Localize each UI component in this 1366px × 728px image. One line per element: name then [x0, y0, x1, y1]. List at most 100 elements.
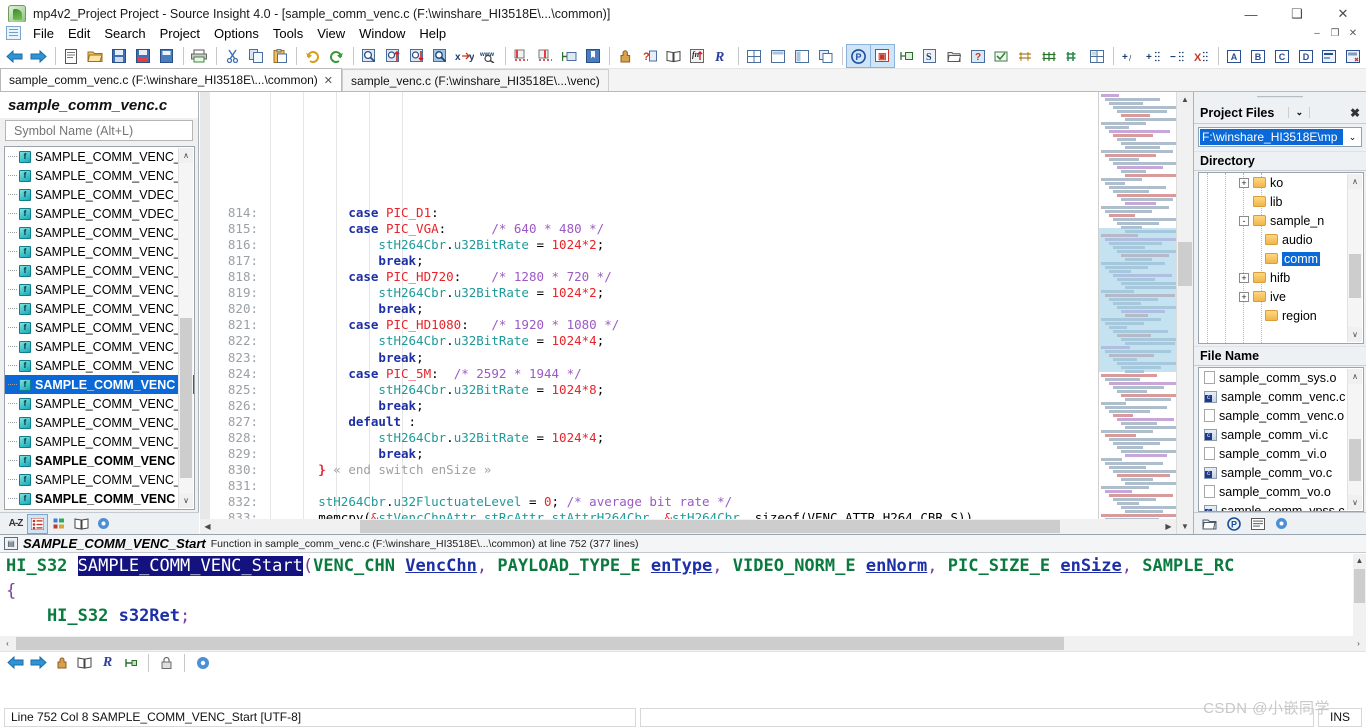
find-icon[interactable] — [358, 45, 381, 67]
symbol-list-item[interactable]: f SAMPLE_COMM_VENC_ — [5, 318, 194, 337]
new-file-icon[interactable] — [60, 45, 83, 67]
tree-toggle-icon[interactable]: + — [1239, 291, 1249, 302]
editor-horizontal-scrollbar[interactable]: ◀ ▶ — [200, 519, 1176, 534]
symbol-scroll-thumb[interactable] — [180, 318, 192, 478]
symbol-list-item[interactable]: fSAMPLE_COMM_VENC — [5, 489, 194, 508]
code-line[interactable]: 819: stH264Cbr.u32BitRate = 1024*2; — [210, 285, 1193, 301]
indent-icon[interactable]: + / — [1118, 45, 1141, 67]
tree-toggle-icon[interactable]: + — [1239, 272, 1249, 283]
increase-indent-icon[interactable]: + — [1142, 45, 1165, 67]
directory-tree-item[interactable]: + hifb — [1199, 268, 1363, 287]
style-f-icon[interactable] — [1342, 45, 1365, 67]
symbol-list-item[interactable]: fSAMPLE_COMM_VENC — [5, 508, 194, 509]
type-group-icon[interactable] — [50, 515, 69, 533]
sync-icon[interactable] — [1062, 45, 1085, 67]
style-c-icon[interactable]: C — [1270, 45, 1293, 67]
back-icon[interactable] — [3, 45, 26, 67]
find-previous-icon[interactable] — [382, 45, 405, 67]
close-icon[interactable]: ✕ — [324, 74, 333, 87]
code-line[interactable]: 815: case PIC_VGA: /* 640 * 480 */ — [210, 221, 1193, 237]
bookmark-remove-icon[interactable] — [534, 45, 557, 67]
smart-rename-icon[interactable] — [990, 45, 1013, 67]
bookmark-add-icon[interactable] — [510, 45, 533, 67]
scroll-down-icon[interactable]: ∨ — [1348, 327, 1362, 342]
scroll-down-icon[interactable]: ∨ — [1348, 495, 1362, 510]
settings-icon[interactable] — [193, 654, 212, 672]
mdi-restore-button[interactable]: ❐ — [1326, 24, 1344, 42]
list-view-icon[interactable] — [27, 513, 48, 534]
menu-edit[interactable]: Edit — [61, 24, 97, 43]
symbol-list-item[interactable]: f SAMPLE_COMM_VENC_ — [5, 413, 194, 432]
symbol-list-item[interactable]: f SAMPLE_COMM_VENC_ — [5, 147, 194, 166]
symbol-list-item[interactable]: fSAMPLE_COMM_VENC — [5, 375, 194, 394]
scroll-down-icon[interactable]: ∨ — [179, 493, 193, 508]
file-list[interactable]: sample_comm_sys.o sample_comm_venc.csampl… — [1198, 367, 1364, 512]
relation-window-icon[interactable]: R — [710, 45, 733, 67]
directory-tree-item[interactable]: lib — [1199, 192, 1363, 211]
context-horizontal-scrollbar[interactable]: ‹ › — [0, 636, 1366, 651]
symbol-search-box[interactable] — [5, 120, 193, 141]
file-list-item[interactable]: sample_comm_sys.o — [1199, 368, 1363, 387]
scroll-left-icon[interactable]: ◀ — [200, 519, 215, 534]
code-line[interactable]: 821: case PIC_HD1080: /* 1920 * 1080 */ — [210, 317, 1193, 333]
open-file-icon[interactable] — [84, 45, 107, 67]
directory-scroll-thumb[interactable] — [1349, 254, 1361, 298]
file-list-scrollbar[interactable]: ∧ ∨ — [1347, 369, 1362, 510]
scroll-up-icon[interactable]: ▲ — [1353, 554, 1366, 567]
symbol-search-input[interactable] — [12, 122, 192, 139]
symbol-list-item[interactable]: f SAMPLE_COMM_VENC_ — [5, 223, 194, 242]
tree-toggle-icon[interactable]: - — [1239, 215, 1249, 226]
tile-windows-icon[interactable] — [743, 45, 766, 67]
editor-hscroll-thumb[interactable] — [360, 520, 1060, 533]
decrease-indent-icon[interactable]: − — [1166, 45, 1189, 67]
close-file-icon[interactable] — [155, 45, 178, 67]
scroll-left-icon[interactable]: ‹ — [0, 639, 15, 648]
symbol-list-item[interactable]: f SAMPLE_COMM_VDEC_ — [5, 185, 194, 204]
symbol-list-item[interactable]: f SAMPLE_COMM_VENC_ — [5, 432, 194, 451]
style-a-icon[interactable]: A — [1223, 45, 1246, 67]
tab-sample-venc[interactable]: sample_venc.c (F:\winshare_HI3518E\...\v… — [342, 69, 609, 91]
browse-icon[interactable] — [52, 654, 71, 672]
project-icon[interactable]: P — [846, 44, 871, 68]
code-line[interactable]: 817: break; — [210, 253, 1193, 269]
jump-icon[interactable] — [121, 654, 140, 672]
file-properties-icon[interactable] — [1248, 515, 1267, 533]
mdi-close-button[interactable]: ✕ — [1344, 24, 1362, 42]
directory-tree-item[interactable]: + ko — [1199, 173, 1363, 192]
style-e-icon[interactable] — [1318, 45, 1341, 67]
code-line[interactable]: 828: stH264Cbr.u32BitRate = 1024*4; — [210, 430, 1193, 446]
outline-icon[interactable] — [895, 45, 918, 67]
context-code-line[interactable]: HI_S32 s32Ret; — [6, 604, 1366, 629]
style-b-icon[interactable]: B — [1247, 45, 1270, 67]
symbol-window-icon[interactable]: fn — [686, 45, 709, 67]
code-line[interactable]: 814: case PIC_D1: — [210, 205, 1193, 221]
reference-icon[interactable] — [662, 45, 685, 67]
symbol-list-item[interactable]: f SAMPLE_COMM_VENC_ — [5, 280, 194, 299]
undo-icon[interactable] — [301, 45, 324, 67]
file-list-item[interactable]: sample_comm_vo.c — [1199, 463, 1363, 482]
context-code-line[interactable]: HI_S32 SAMPLE_COMM_VENC_Start(VENC_CHN V… — [6, 554, 1366, 579]
reference-icon[interactable] — [75, 654, 94, 672]
menu-project[interactable]: Project — [153, 24, 207, 43]
replace-icon[interactable]: xy — [453, 45, 476, 67]
back-icon[interactable] — [6, 654, 25, 672]
symbol-list-item[interactable]: f SAMPLE_COMM_VENC_ — [5, 394, 194, 413]
code-line[interactable]: 826: break; — [210, 398, 1193, 414]
directory-tree[interactable]: + ko lib - sample_n audio comm + hifb + ive region ∧… — [1198, 172, 1364, 344]
copy-icon[interactable] — [245, 45, 268, 67]
symbol-list-item[interactable]: f SAMPLE_COMM_VENC_ — [5, 337, 194, 356]
selection-icon[interactable]: S — [919, 45, 942, 67]
settings-icon[interactable] — [94, 515, 113, 533]
grid-icon[interactable] — [1085, 45, 1108, 67]
clear-format-icon[interactable]: X — [1190, 45, 1213, 67]
code-line[interactable]: 824: case PIC_5M: /* 2592 * 1944 */ — [210, 366, 1193, 382]
symbol-list-item[interactable]: fSAMPLE_COMM_VENC — [5, 451, 194, 470]
editor-vscroll-thumb[interactable] — [1178, 242, 1192, 286]
scroll-up-icon[interactable]: ∧ — [179, 148, 193, 163]
relation-icon[interactable]: R — [98, 654, 117, 672]
book-icon[interactable] — [72, 515, 91, 533]
file-list-item[interactable]: sample_comm_venc.c — [1199, 387, 1363, 406]
scroll-down-icon[interactable]: ▼ — [1177, 519, 1193, 534]
menu-search[interactable]: Search — [97, 24, 152, 43]
print-icon[interactable] — [188, 45, 211, 67]
